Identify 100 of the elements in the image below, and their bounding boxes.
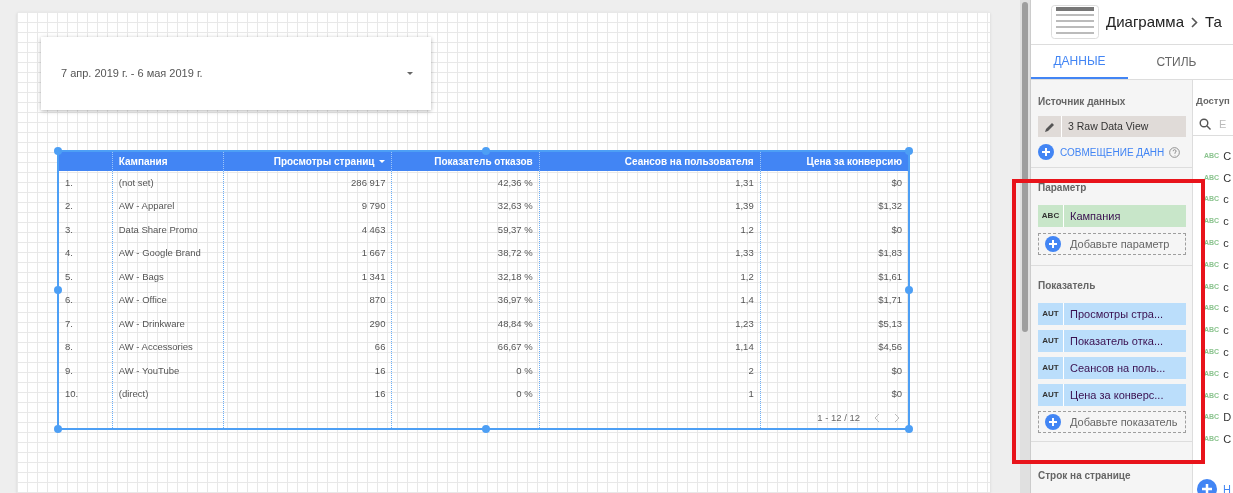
resize-handle[interactable] — [54, 147, 62, 155]
table-cell-text: 290 — [368, 316, 387, 331]
table-cell-text: 59,37 % — [496, 222, 534, 237]
plus-icon — [1045, 414, 1061, 430]
table-cell-text: 0 % — [515, 363, 534, 378]
table-cell-text: 286 917 — [350, 175, 387, 190]
table-cell-text: AW - Google Brand — [117, 246, 202, 261]
field-chip[interactable]: AUT Цена за конверс... — [1038, 384, 1186, 406]
resize-handle[interactable] — [54, 286, 62, 294]
pagination-text: 1 - 12 / 12 — [817, 410, 860, 425]
table-cell-text: 870 — [368, 293, 387, 308]
table-cell-text: (not set) — [117, 175, 155, 190]
table-cell-text: AW - Bags — [117, 269, 165, 284]
table-cell-text: Data Share Promo — [117, 222, 199, 237]
table-cell-text: 36,97 % — [496, 293, 534, 308]
data-source-chip[interactable]: 3 Raw Data View — [1038, 116, 1186, 137]
table-cell-text: $1,61 — [877, 269, 903, 284]
help-icon[interactable] — [1169, 146, 1180, 158]
resize-handle[interactable] — [482, 425, 490, 433]
table-cell-text: AW - Office — [117, 293, 168, 308]
next-page-icon[interactable] — [894, 412, 900, 423]
resize-handle[interactable] — [54, 425, 62, 433]
table-cell-text: 66,67 % — [496, 340, 534, 355]
table-cell-text: 1 — [747, 387, 755, 402]
resize-handle[interactable] — [905, 425, 913, 433]
table-cell-text: $0 — [890, 363, 903, 378]
add-field-button[interactable]: Добавьте показатель — [1038, 411, 1186, 433]
field-chip[interactable]: AUT Показатель отка... — [1038, 330, 1186, 352]
sort-caret-icon — [379, 160, 386, 163]
table-cell-text: 1,33 — [734, 246, 755, 261]
table-cell-text: 32,63 % — [496, 199, 534, 214]
section-title: Строк на странице — [1038, 470, 1131, 481]
table-cell-text: 4. — [64, 246, 74, 261]
table-cell-text: 1,23 — [734, 316, 755, 331]
table-cell-text: 10. — [64, 387, 80, 402]
field-chip[interactable]: AUT Просмотры стра... — [1038, 303, 1186, 325]
table-cell-text: $0 — [890, 387, 903, 402]
date-range-control[interactable]: 7 апр. 2019 г. - 6 мая 2019 г. — [41, 37, 431, 110]
section-title: Источник данных — [1038, 95, 1127, 109]
section-title: Параметр — [1038, 181, 1088, 195]
table-cell-text: 42,36 % — [496, 175, 534, 190]
section-title: Доступ — [1195, 94, 1231, 108]
table-cell-text: 2 — [747, 363, 755, 378]
table-cell-text: 9. — [64, 363, 74, 378]
table-cell-text: 48,84 % — [496, 316, 534, 331]
resize-handle[interactable] — [482, 147, 490, 155]
table-cell-text: AW - Accessories — [117, 340, 194, 355]
dropdown-caret-icon — [407, 72, 413, 75]
breadcrumb-text: Та — [1205, 11, 1222, 32]
add-field-link[interactable]: Н — [1223, 480, 1231, 493]
resize-handle[interactable] — [905, 286, 913, 294]
section-title: Показатель — [1038, 279, 1097, 293]
table-cell-text: 8. — [64, 340, 74, 355]
pencil-icon — [1043, 120, 1056, 133]
chevron-right-icon — [1191, 16, 1198, 28]
table-cell-text: 1,2 — [739, 222, 755, 237]
panel-tab[interactable]: СТИЛЬ — [1128, 45, 1225, 79]
column-header[interactable]: Кампания — [112, 152, 225, 171]
table-cell-text: 2. — [64, 199, 74, 214]
table-cell-text: 4 463 — [360, 222, 387, 237]
table-cell-text: 0 % — [515, 387, 534, 402]
plus-icon — [1045, 236, 1061, 252]
table-cell-text: 16 — [373, 387, 387, 402]
plus-icon — [1038, 144, 1054, 160]
table-cell-text: $1,71 — [877, 293, 903, 308]
field-chip[interactable]: ABC Кампания — [1038, 205, 1186, 227]
table-cell-text: $0 — [890, 175, 903, 190]
table-cell-text: $0 — [890, 222, 903, 237]
table-cell-text: 1,2 — [739, 269, 755, 284]
table-cell-text: 6. — [64, 293, 74, 308]
table-cell-text: 1,14 — [734, 340, 755, 355]
table-cell-text: AW - YouTube — [117, 363, 181, 378]
table-cell-text: 1,4 — [739, 293, 755, 308]
add-field-button[interactable]: Добавьте параметр — [1038, 233, 1186, 255]
table-cell-text: $1,83 — [877, 246, 903, 261]
scrollbar-thumb[interactable] — [1022, 2, 1028, 332]
column-header[interactable]: Сеансов на пользователя — [539, 152, 761, 171]
table-cell-text: $1,32 — [877, 199, 903, 214]
column-header[interactable]: Цена за конверсию — [760, 152, 908, 171]
resize-handle[interactable] — [905, 147, 913, 155]
table-cell-text: 1,31 — [734, 175, 755, 190]
field-chip[interactable]: AUT Сеансов на поль... — [1038, 357, 1186, 379]
table-cell-text: 16 — [373, 363, 387, 378]
table-cell-text: 7. — [64, 316, 74, 331]
table-cell-text: 66 — [373, 340, 387, 355]
table-cell-text: (direct) — [117, 387, 150, 402]
table-cell-text: AW - Drinkware — [117, 316, 186, 331]
table-cell-text: $5,13 — [877, 316, 903, 331]
previous-page-icon[interactable] — [874, 412, 880, 423]
table-cell-text: 1 667 — [360, 246, 387, 261]
table-cell-text: 1 341 — [360, 269, 387, 284]
table-cell-text: 32,18 % — [496, 269, 534, 284]
table-cell-text: 1,39 — [734, 199, 755, 214]
search-icon — [1199, 117, 1211, 130]
table-chart-icon — [1051, 5, 1099, 39]
column-header[interactable]: Просмотры страниц — [224, 152, 393, 171]
table-cell-text: 3. — [64, 222, 74, 237]
table-cell-text: AW - Apparel — [117, 199, 176, 214]
table-cell-text: 38,72 % — [496, 246, 534, 261]
table-cell-text: 5. — [64, 269, 74, 284]
